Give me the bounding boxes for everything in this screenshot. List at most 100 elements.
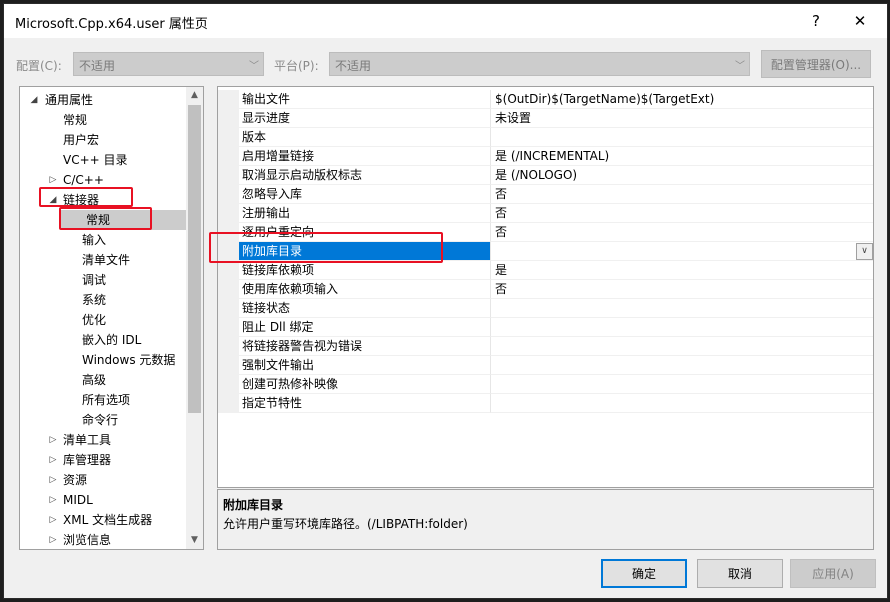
property-name: 将链接器警告视为错误 [239, 337, 491, 356]
expand-icon[interactable]: ▷ [47, 490, 59, 510]
property-value[interactable] [491, 337, 873, 356]
scroll-up-icon[interactable]: ▲ [186, 87, 203, 104]
expand-icon[interactable]: ▷ [47, 530, 59, 549]
tree-item[interactable]: ▷ 库管理器 [20, 450, 186, 470]
scrollbar-thumb[interactable] [188, 105, 201, 413]
property-value[interactable] [491, 375, 873, 394]
property-row[interactable]: 注册输出否 [218, 204, 873, 223]
tree-scrollbar[interactable]: ▲ ▼ [186, 87, 203, 549]
tree-item-label: 库管理器 [63, 453, 112, 467]
tree-item[interactable]: ▷ MIDL [20, 490, 186, 510]
property-row[interactable]: 阻止 Dll 绑定 [218, 318, 873, 337]
tree-item[interactable]: Windows 元数据 [20, 350, 186, 370]
tree-item[interactable]: 系统 [20, 290, 186, 310]
description-text: 允许用户重写环境库路径。(/LIBPATH:folder) [223, 517, 468, 531]
property-value[interactable]: 是 [491, 261, 873, 280]
property-row[interactable]: 忽略导入库否 [218, 185, 873, 204]
row-gutter [218, 280, 239, 299]
property-value[interactable] [491, 299, 873, 318]
property-row[interactable]: 链接库依赖项是 [218, 261, 873, 280]
property-value[interactable]: 否 [491, 185, 873, 204]
expand-icon[interactable]: ▷ [47, 450, 59, 470]
cancel-button[interactable]: 取消 [697, 559, 783, 588]
tree-item-label: VC++ 目录 [63, 153, 128, 167]
help-icon[interactable]: ? [794, 4, 838, 38]
expand-icon[interactable]: ▷ [47, 430, 59, 450]
tree-item[interactable]: 常规 [20, 110, 186, 130]
row-gutter [218, 318, 239, 337]
property-row[interactable]: 取消显示启动版权标志是 (/NOLOGO) [218, 166, 873, 185]
expand-icon[interactable]: ▷ [47, 510, 59, 530]
property-row[interactable]: 创建可热修补映像 [218, 375, 873, 394]
ok-button[interactable]: 确定 [601, 559, 687, 588]
tree-item[interactable]: 用户宏 [20, 130, 186, 150]
title-bar: Microsoft.Cpp.x64.user 属性页 ? ✕ [4, 4, 887, 38]
configuration-manager-button[interactable]: 配置管理器(O)... [761, 50, 871, 78]
tree-item[interactable]: ▷ XML 文档生成器 [20, 510, 186, 530]
row-gutter [218, 185, 239, 204]
tree-item[interactable]: 嵌入的 IDL [20, 330, 186, 350]
scroll-down-icon[interactable]: ▼ [186, 532, 203, 549]
property-name: 版本 [239, 128, 491, 147]
property-row[interactable]: 使用库依赖项输入否 [218, 280, 873, 299]
property-row[interactable]: 版本 [218, 128, 873, 147]
expand-icon[interactable]: ▷ [47, 470, 59, 490]
config-select[interactable]: 不适用 ﹀ [73, 52, 264, 76]
property-row[interactable]: 链接状态 [218, 299, 873, 318]
property-value[interactable]: 是 (/NOLOGO) [491, 166, 873, 185]
property-value[interactable]: 否 [491, 223, 873, 242]
tree-item-label: 所有选项 [82, 393, 131, 407]
property-row[interactable]: 将链接器警告视为错误 [218, 337, 873, 356]
tree-item[interactable]: 优化 [20, 310, 186, 330]
tree-item[interactable]: 输入 [20, 230, 186, 250]
property-name: 忽略导入库 [239, 185, 491, 204]
row-gutter [218, 204, 239, 223]
property-value[interactable]: 未设置 [491, 109, 873, 128]
platform-select[interactable]: 不适用 ﹀ [329, 52, 750, 76]
property-value[interactable] [491, 242, 873, 261]
property-value[interactable]: 否 [491, 204, 873, 223]
row-gutter [218, 394, 239, 413]
property-value[interactable] [491, 128, 873, 147]
property-row[interactable]: 输出文件 $(OutDir)$(TargetName)$(TargetExt) [218, 90, 873, 109]
property-value[interactable]: $(OutDir)$(TargetName)$(TargetExt) [491, 90, 873, 109]
property-name: 取消显示启动版权标志 [239, 166, 491, 185]
tree-item[interactable]: ◢ 通用属性 [20, 90, 186, 110]
tree-item[interactable]: 高级 [20, 370, 186, 390]
property-name: 启用增量链接 [239, 147, 491, 166]
property-row[interactable]: 启用增量链接是 (/INCREMENTAL) [218, 147, 873, 166]
tree-item[interactable]: ▷ 浏览信息 [20, 530, 186, 549]
tree-item-label: 嵌入的 IDL [82, 333, 142, 347]
apply-button[interactable]: 应用(A) [790, 559, 876, 588]
tree-item[interactable]: 清单文件 [20, 250, 186, 270]
tree-item[interactable]: 命令行 [20, 410, 186, 430]
tree-item[interactable]: 所有选项 [20, 390, 186, 410]
tree-item[interactable]: ▷ 清单工具 [20, 430, 186, 450]
dropdown-arrow-icon[interactable]: ∨ [856, 243, 873, 260]
chevron-down-icon: ﹀ [735, 61, 745, 72]
row-gutter [218, 261, 239, 280]
tree-item-label: 输入 [82, 233, 107, 247]
platform-label: 平台(P): [274, 59, 319, 73]
property-value[interactable] [491, 318, 873, 337]
property-value[interactable] [491, 394, 873, 413]
close-icon[interactable]: ✕ [838, 4, 882, 38]
property-name: 链接状态 [239, 299, 491, 318]
property-name: 注册输出 [239, 204, 491, 223]
row-gutter [218, 109, 239, 128]
property-row[interactable]: 指定节特性 [218, 394, 873, 413]
tree-item[interactable]: 调试 [20, 270, 186, 290]
tree-item[interactable]: VC++ 目录 [20, 150, 186, 170]
property-row[interactable]: 显示进度 未设置 [218, 109, 873, 128]
config-row: 配置(C): 不适用 ﹀ 平台(P): 不适用 ﹀ 配置管理器(O)... [4, 48, 887, 78]
property-value[interactable] [491, 356, 873, 375]
config-label: 配置(C): [16, 59, 62, 73]
annotation-additional-library-dirs [209, 232, 443, 263]
property-value[interactable]: 否 [491, 280, 873, 299]
tree-item-label: MIDL [63, 493, 93, 507]
property-value[interactable]: 是 (/INCREMENTAL) [491, 147, 873, 166]
property-row[interactable]: 强制文件输出 [218, 356, 873, 375]
row-gutter [218, 147, 239, 166]
tree-item[interactable]: ▷ 资源 [20, 470, 186, 490]
collapse-icon[interactable]: ◢ [28, 90, 40, 110]
